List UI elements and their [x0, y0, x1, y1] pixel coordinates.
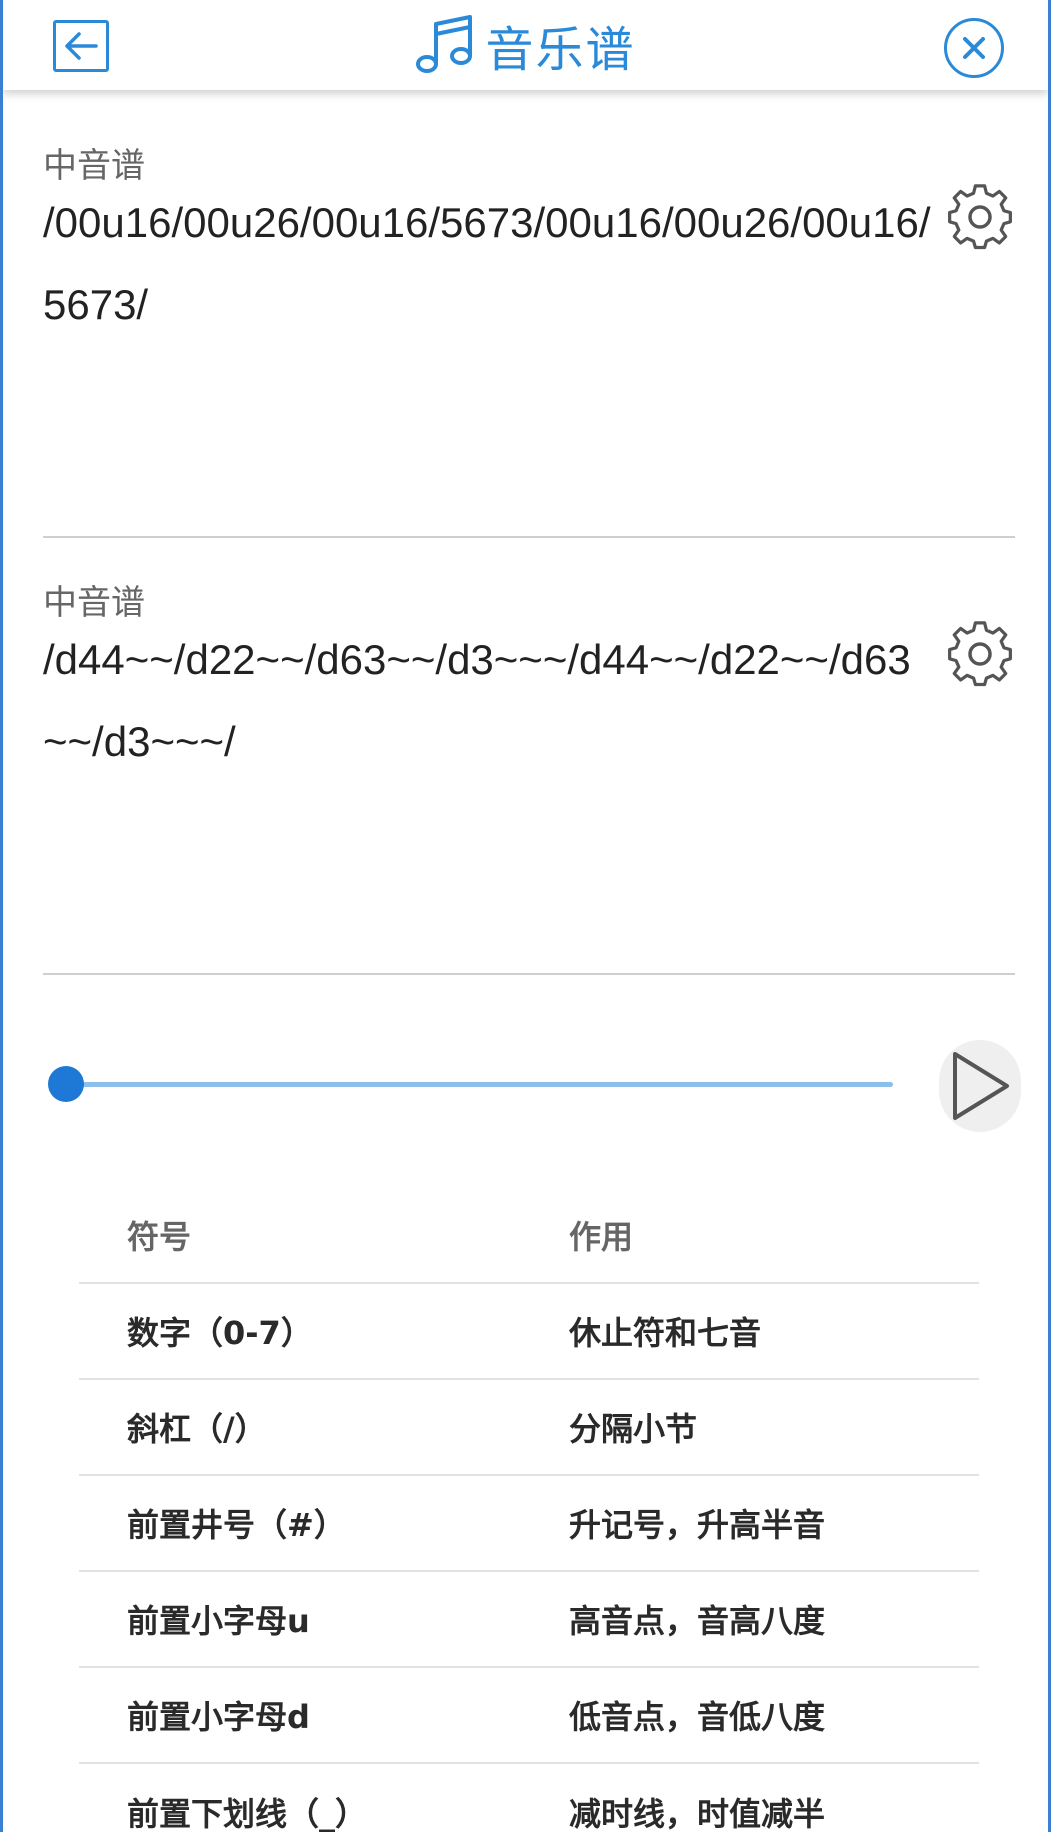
function-cell: 分隔小节 — [569, 1410, 698, 1448]
header-bar: 音乐谱 — [3, 0, 1048, 90]
function-cell: 升记号，升高半音 — [569, 1506, 826, 1544]
score-notation-text[interactable]: /d44~~/d22~~/d63~~/d3~~~/d44~~/d22~~/d63… — [43, 619, 933, 783]
table-header-row: 符号 作用 — [79, 1188, 979, 1284]
table-row: 数字（0-7） 休止符和七音 — [79, 1284, 979, 1380]
table-row: 前置小字母u 高音点，音高八度 — [79, 1572, 979, 1668]
table-row: 前置小字母d 低音点，音低八度 — [79, 1668, 979, 1764]
slider-track[interactable] — [66, 1082, 893, 1087]
slider-thumb[interactable] — [48, 1066, 84, 1102]
app-frame: 音乐谱 中音谱 /00u16/00u26/00u16/5673/00u16/00… — [0, 0, 1051, 1832]
table-row: 前置下划线（_） 减时线，时值减半 — [79, 1764, 979, 1832]
gear-icon[interactable] — [945, 182, 1015, 252]
score-card-1: 中音谱 /00u16/00u26/00u16/5673/00u16/00u26/… — [43, 138, 1015, 538]
symbol-cell: 数字（0-7） — [127, 1314, 313, 1352]
gear-icon[interactable] — [945, 619, 1015, 689]
table-row: 斜杠（/） 分隔小节 — [79, 1380, 979, 1476]
function-cell: 减时线，时值减半 — [569, 1795, 826, 1832]
header-function: 作用 — [569, 1218, 634, 1256]
score-notation-text[interactable]: /00u16/00u26/00u16/5673/00u16/00u26/00u1… — [43, 182, 933, 346]
music-note-icon — [416, 15, 473, 73]
score-label: 中音谱 — [43, 583, 145, 623]
title-text: 音乐谱 — [485, 22, 636, 78]
symbol-cell: 前置小字母d — [127, 1698, 310, 1736]
symbol-cell: 前置下划线（_） — [127, 1795, 368, 1832]
table-row: 前置井号（#） 升记号，升高半音 — [79, 1476, 979, 1572]
close-button[interactable] — [944, 18, 1004, 78]
play-button[interactable] — [939, 1040, 1021, 1132]
symbol-cell: 斜杠（/） — [127, 1410, 267, 1448]
symbol-legend-table: 符号 作用 数字（0-7） 休止符和七音 斜杠（/） 分隔小节 前置井号（#） … — [79, 1188, 979, 1832]
symbol-cell: 前置小字母u — [127, 1602, 310, 1640]
play-icon — [953, 1052, 1009, 1120]
progress-slider[interactable] — [48, 1064, 893, 1104]
score-card-2: 中音谱 /d44~~/d22~~/d63~~/d3~~~/d44~~/d22~~… — [43, 575, 1015, 975]
function-cell: 高音点，音高八度 — [569, 1602, 826, 1640]
divider — [43, 973, 1015, 975]
symbol-cell: 前置井号（#） — [127, 1506, 346, 1544]
function-cell: 低音点，音低八度 — [569, 1698, 826, 1736]
header-symbol: 符号 — [127, 1218, 192, 1256]
function-cell: 休止符和七音 — [569, 1314, 762, 1352]
score-label: 中音谱 — [43, 146, 145, 186]
divider — [43, 536, 1015, 538]
close-icon — [963, 37, 985, 59]
page-title: 音乐谱 — [3, 10, 1048, 80]
